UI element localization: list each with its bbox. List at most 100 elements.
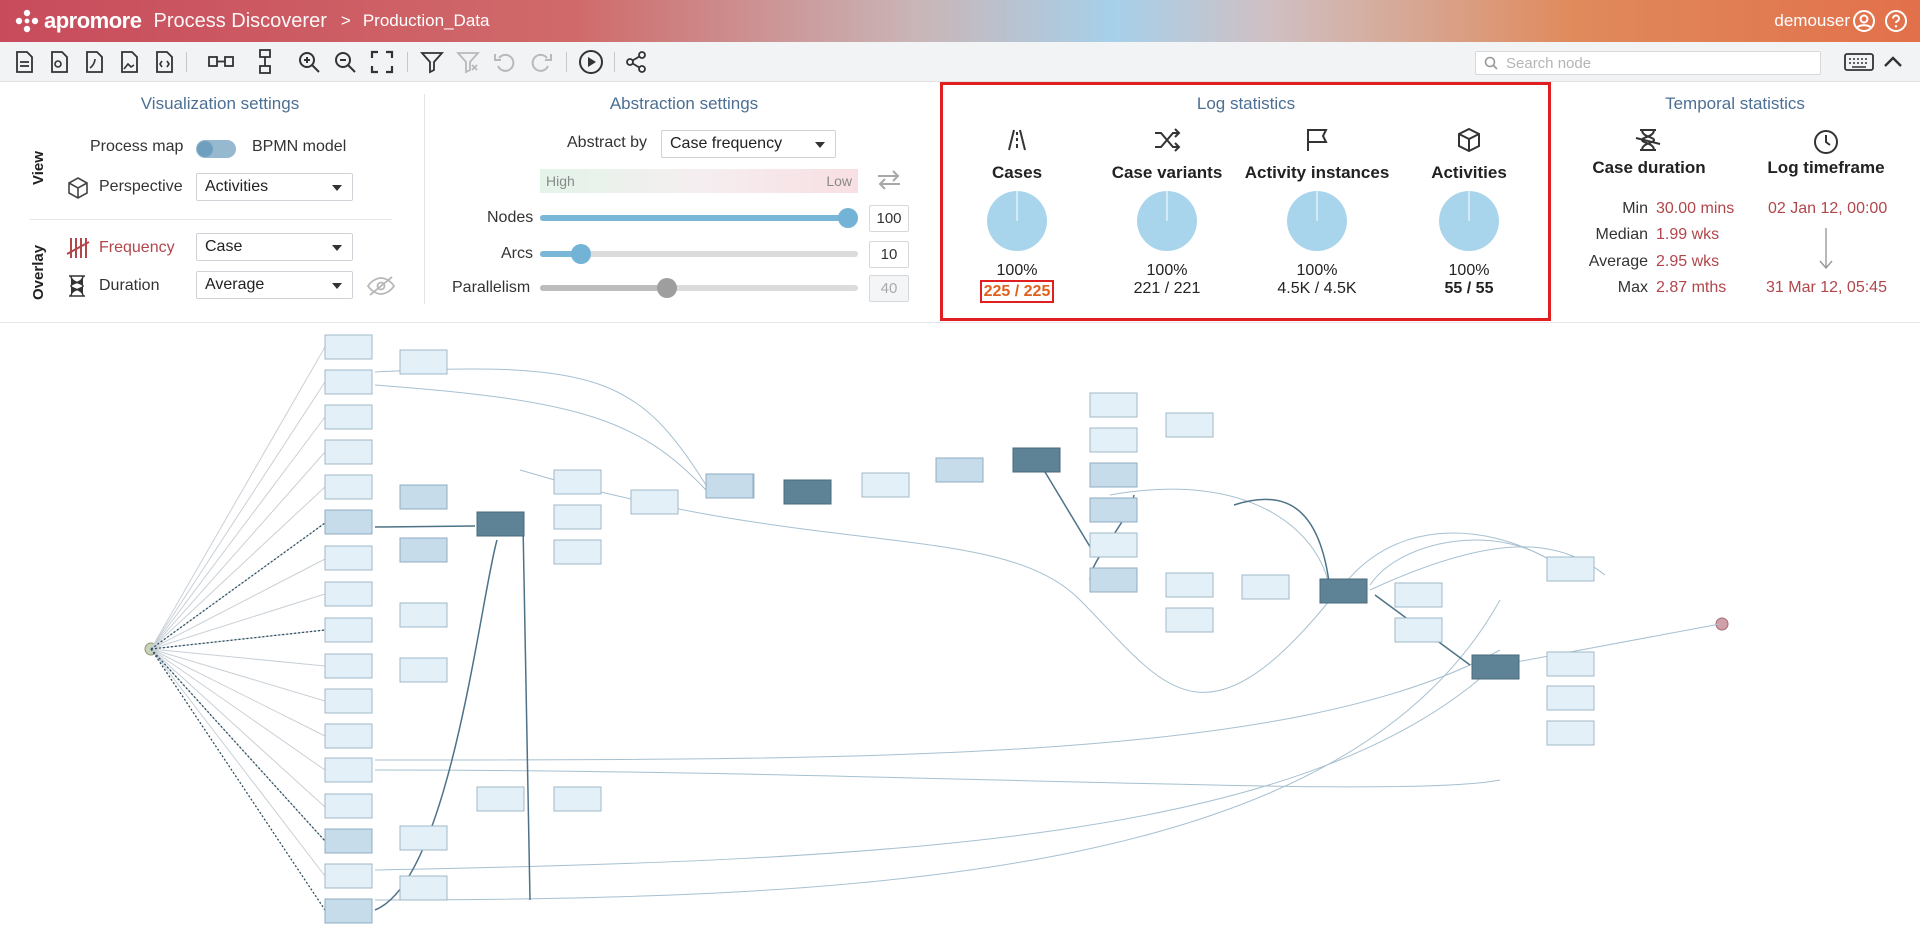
stat-cases: Cases 100% 225 / 225: [942, 128, 1092, 303]
duration-select[interactable]: Average: [196, 271, 353, 299]
nodes-slider[interactable]: [540, 208, 858, 228]
activity-nodes[interactable]: [324, 334, 1595, 901]
layout-horizontal-icon[interactable]: [208, 49, 234, 75]
nodes-slider-handle[interactable]: [838, 208, 858, 228]
filter-icon[interactable]: [419, 49, 445, 75]
apromore-logo[interactable]: apromore: [14, 8, 142, 34]
average-value: 2.95 wks: [1656, 253, 1720, 270]
zoom-out-icon[interactable]: [332, 49, 358, 75]
frequency-select[interactable]: Case: [196, 233, 353, 261]
stat-activity-instances-pct: 100%: [1296, 262, 1338, 279]
parallelism-slider[interactable]: [540, 278, 858, 298]
duration-select-value: Average: [205, 276, 265, 293]
arcs-label: Arcs: [501, 245, 533, 262]
median-value: 1.99 wks: [1656, 226, 1720, 243]
high-low-gradient: High Low: [540, 169, 858, 193]
swap-arrows-icon[interactable]: [876, 169, 902, 191]
process-map-canvas[interactable]: [0, 324, 1920, 934]
frequency-label[interactable]: Frequency: [99, 239, 175, 257]
fit-to-screen-icon[interactable]: [369, 49, 395, 75]
collapse-panel-icon[interactable]: [1880, 49, 1906, 75]
breadcrumb-file-name: Production_Data: [362, 11, 490, 30]
timeframe-end: 31 Mar 12, 05:45: [1766, 279, 1887, 296]
user-account-icon[interactable]: [1852, 9, 1876, 33]
frequency-tally-icon: [66, 238, 90, 258]
chevron-down-icon: [332, 185, 342, 191]
visualization-settings-title: Visualization settings: [140, 94, 300, 113]
activity-instances-pie: [1287, 191, 1347, 251]
stat-case-variants-pct: 100%: [1146, 262, 1188, 279]
stat-activities: Activities 100% 55 / 55: [1394, 127, 1544, 298]
search-node-input[interactable]: [1506, 52, 1806, 74]
chevron-down-icon: [815, 142, 825, 148]
process-map-graph[interactable]: [0, 324, 1920, 934]
redo-icon: [528, 49, 554, 75]
animate-log-icon[interactable]: [578, 49, 604, 75]
stat-cases-ratio: 225 / 225: [979, 280, 1055, 303]
user-name[interactable]: demouser: [1774, 11, 1850, 31]
stat-activities-label: Activities: [1431, 163, 1507, 182]
perspective-select-value: Activities: [205, 178, 269, 195]
nodes-value-input[interactable]: 100: [869, 205, 909, 232]
layout-vertical-icon[interactable]: [252, 49, 278, 75]
hourglass-clock-icon: [1635, 129, 1661, 151]
duration-label[interactable]: Duration: [99, 277, 159, 295]
case-variants-pie: [1137, 191, 1197, 251]
breadcrumb-separator: >: [340, 11, 351, 30]
min-value: 30.00 mins: [1656, 200, 1735, 217]
export-image-icon[interactable]: [116, 49, 142, 75]
arcs-slider[interactable]: [540, 244, 858, 264]
arcs-value-input[interactable]: 10: [869, 241, 909, 268]
stat-activity-instances-ratio: 4.5K / 4.5K: [1277, 280, 1357, 297]
low-label: Low: [826, 173, 852, 189]
view-toggle-knob: [197, 141, 213, 157]
high-label: High: [546, 173, 575, 189]
export-log-icon[interactable]: [11, 49, 37, 75]
bpmn-model-label[interactable]: BPMN model: [252, 138, 346, 156]
activities-pie: [1439, 191, 1499, 251]
zoom-in-icon[interactable]: [296, 49, 322, 75]
help-icon[interactable]: [1884, 9, 1908, 33]
parallelism-slider-fill: [540, 285, 668, 291]
max-value: 2.87 mths: [1656, 279, 1727, 296]
share-icon[interactable]: [623, 49, 649, 75]
down-arrow-icon: [1819, 228, 1833, 270]
abstract-by-select-value: Case frequency: [670, 135, 783, 152]
stat-case-variants: Case variants 100% 221 / 221: [1092, 128, 1242, 298]
abstract-by-select[interactable]: Case frequency: [661, 130, 836, 158]
search-node-field[interactable]: [1475, 51, 1821, 75]
stat-case-variants-label: Case variants: [1111, 163, 1223, 182]
hide-overlay-eye-icon[interactable]: [366, 275, 396, 297]
stat-activity-instances: Activity instances 100% 4.5K / 4.5K: [1242, 128, 1392, 298]
search-icon: [1484, 56, 1498, 70]
view-toggle[interactable]: [196, 140, 236, 158]
perspective-label: Perspective: [99, 178, 183, 195]
chevron-down-icon: [332, 283, 342, 289]
stat-cases-label: Cases: [991, 163, 1043, 182]
stat-case-variants-ratio: 221 / 221: [1133, 280, 1201, 297]
top-bar: apromore Process Discoverer > Production…: [0, 0, 1920, 42]
parallelism-value-input: 40: [869, 275, 909, 302]
activity-nodes-medium[interactable]: [324, 457, 1138, 924]
abstract-by-label: Abstract by: [567, 134, 648, 151]
app-name[interactable]: Process Discoverer: [153, 10, 326, 33]
apromore-logo-icon: [15, 9, 39, 33]
process-map-label[interactable]: Process map: [90, 138, 183, 156]
flag-icon: [1307, 129, 1328, 151]
cases-pie: [987, 191, 1047, 251]
keyboard-shortcuts-icon[interactable]: [1842, 49, 1876, 75]
export-json-icon[interactable]: [151, 49, 177, 75]
nodes-slider-fill: [540, 215, 848, 221]
activity-nodes-dark[interactable]: [476, 447, 1520, 680]
parallelism-label: Parallelism: [452, 279, 531, 296]
perspective-select[interactable]: Activities: [196, 173, 353, 201]
logo-text: apromore: [44, 8, 142, 33]
stat-activity-instances-label: Activity instances: [1244, 163, 1390, 182]
abstraction-settings-title: Abstraction settings: [609, 94, 759, 113]
stat-cases-pct: 100%: [996, 262, 1038, 279]
export-filtered-log-icon[interactable]: [46, 49, 72, 75]
export-pdf-icon[interactable]: [81, 49, 107, 75]
max-label: Max: [1617, 279, 1648, 296]
min-label: Min: [1622, 200, 1648, 217]
chevron-down-icon: [332, 245, 342, 251]
